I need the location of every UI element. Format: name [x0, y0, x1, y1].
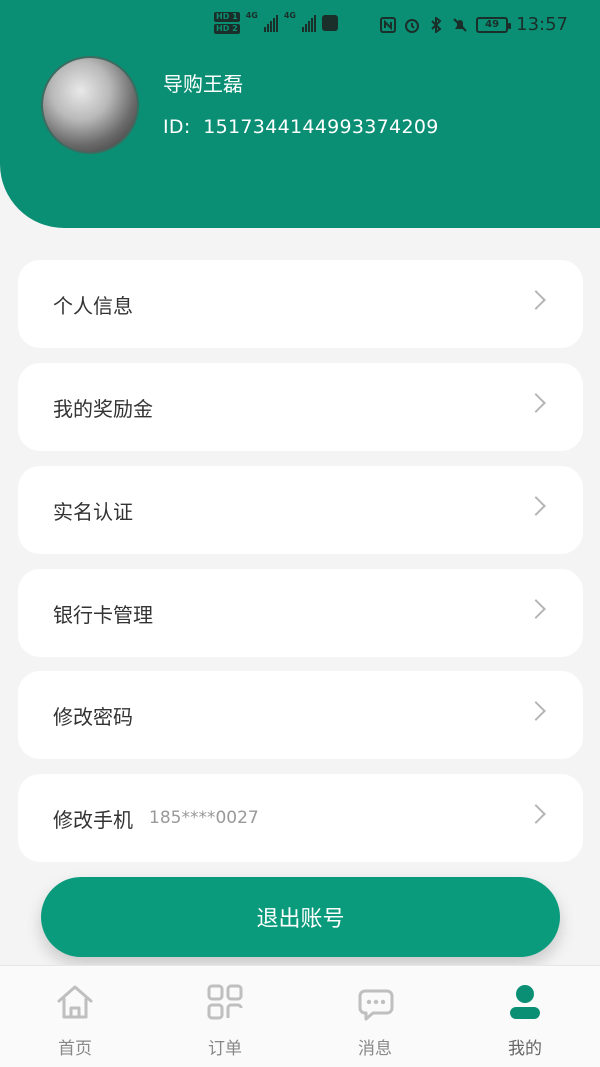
- menu-item-label: 修改手机: [53, 807, 133, 832]
- menu-item-label: 修改密码: [53, 704, 133, 729]
- phone-number: 185****0027: [149, 808, 259, 828]
- menu-item-label: 我的奖励金: [53, 396, 153, 421]
- network-type-2: 4G: [283, 11, 296, 20]
- status-bar: HD 1 HD 2 4G 4G 49 13:57: [0, 0, 600, 52]
- chevron-right-icon: [526, 393, 546, 413]
- menu-item-bank-cards[interactable]: 银行卡管理: [18, 569, 583, 657]
- user-icon: [510, 985, 540, 1019]
- notification-app-icon: [321, 15, 338, 31]
- tab-label: 订单: [208, 1039, 242, 1059]
- tab-label: 我的: [508, 1039, 542, 1059]
- tab-mine[interactable]: 我的: [450, 966, 600, 1067]
- tab-home[interactable]: 首页: [0, 966, 150, 1067]
- menu-item-change-phone[interactable]: 修改手机 185****0027: [18, 774, 583, 862]
- tab-label: 消息: [358, 1039, 392, 1059]
- menu-item-rewards[interactable]: 我的奖励金: [18, 363, 583, 451]
- signal-icon-1: [263, 14, 278, 32]
- chevron-right-icon: [526, 599, 546, 619]
- grid-icon: [207, 984, 243, 1020]
- menu-item-change-password[interactable]: 修改密码: [18, 671, 583, 759]
- tab-orders[interactable]: 订单: [150, 966, 300, 1067]
- chevron-right-icon: [526, 701, 546, 721]
- mute-bell-icon: [453, 17, 467, 32]
- user-id-value: 1517344144993374209: [203, 116, 439, 138]
- user-name: 导购王磊: [163, 72, 243, 96]
- chevron-right-icon: [526, 804, 546, 824]
- user-id: ID: 1517344144993374209: [163, 116, 439, 138]
- chat-icon: [358, 989, 394, 1021]
- hd-badge-1: HD 1: [214, 12, 240, 22]
- menu-item-real-name-auth[interactable]: 实名认证: [18, 466, 583, 554]
- menu-item-personal-info[interactable]: 个人信息: [18, 260, 583, 348]
- bluetooth-icon: [431, 16, 442, 33]
- user-id-label: ID:: [163, 116, 191, 138]
- status-time: 13:57: [516, 14, 568, 35]
- bottom-tab-bar: 首页 订单 消息 我的: [0, 965, 600, 1067]
- avatar[interactable]: [41, 56, 139, 154]
- alarm-icon: [405, 18, 420, 33]
- chevron-right-icon: [526, 290, 546, 310]
- menu-item-label: 实名认证: [53, 499, 133, 524]
- battery-icon: 49: [476, 16, 512, 33]
- signal-icon-2: [301, 14, 316, 32]
- home-icon: [57, 985, 93, 1019]
- network-type-1: 4G: [245, 11, 258, 20]
- menu-item-label: 银行卡管理: [53, 602, 153, 627]
- chevron-right-icon: [526, 496, 546, 516]
- hd-badge-2: HD 2: [214, 24, 240, 34]
- menu-item-label: 个人信息: [53, 293, 133, 318]
- tab-label: 首页: [58, 1039, 92, 1059]
- nfc-icon: [380, 16, 397, 33]
- logout-button[interactable]: 退出账号: [41, 877, 560, 957]
- tab-messages[interactable]: 消息: [300, 966, 450, 1067]
